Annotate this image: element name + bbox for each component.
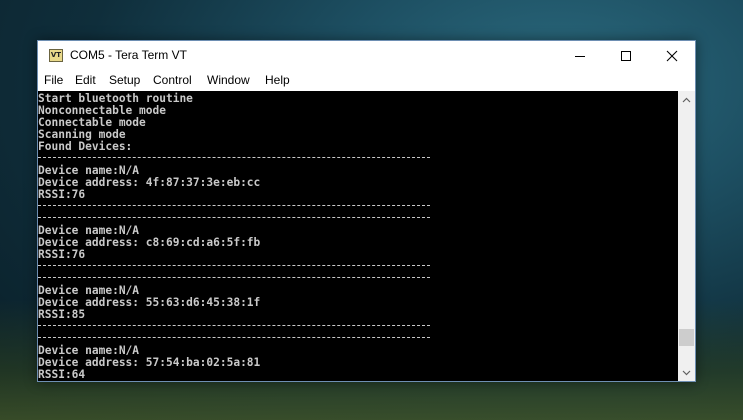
maximize-icon — [621, 51, 631, 61]
device-rssi-line: RSSI:76 — [38, 248, 86, 261]
separator-line — [38, 157, 430, 158]
device-rssi-line: RSSI:85 — [38, 308, 86, 321]
menu-bar: File Edit Setup Control Window Help — [38, 71, 695, 91]
device-rssi-line: RSSI:64 — [38, 368, 86, 381]
tera-term-app-icon[interactable]: VT — [49, 49, 63, 62]
menu-edit[interactable]: Edit — [75, 73, 96, 87]
separator-line — [38, 205, 430, 206]
chevron-up-icon — [682, 97, 691, 102]
scroll-thumb[interactable] — [679, 329, 694, 346]
minimize-icon — [575, 56, 585, 57]
terminal-line: Found Devices: — [38, 140, 133, 153]
maximize-button[interactable] — [603, 41, 649, 71]
separator-line — [38, 337, 430, 338]
separator-line — [38, 325, 430, 326]
close-button[interactable] — [649, 41, 695, 71]
chevron-down-icon — [682, 370, 691, 375]
terminal-output[interactable]: Start bluetooth routine Nonconnectable m… — [38, 91, 678, 381]
vertical-scrollbar[interactable] — [678, 91, 695, 381]
menu-help[interactable]: Help — [265, 73, 290, 87]
separator-line — [38, 277, 430, 278]
menu-setup[interactable]: Setup — [109, 73, 140, 87]
separator-line — [38, 265, 430, 266]
device-rssi-line: RSSI:76 — [38, 188, 86, 201]
menu-file[interactable]: File — [44, 73, 63, 87]
menu-window[interactable]: Window — [207, 73, 250, 87]
title-bar[interactable]: VT COM5 - Tera Term VT — [38, 41, 695, 71]
close-icon — [666, 50, 678, 62]
window-title: COM5 - Tera Term VT — [70, 48, 187, 62]
separator-line — [38, 217, 430, 218]
menu-control[interactable]: Control — [153, 73, 192, 87]
tera-term-window: VT COM5 - Tera Term VT File Edit Setup C… — [37, 40, 696, 382]
minimize-button[interactable] — [557, 41, 603, 71]
scroll-up-button[interactable] — [678, 91, 695, 108]
scroll-down-button[interactable] — [678, 364, 695, 381]
